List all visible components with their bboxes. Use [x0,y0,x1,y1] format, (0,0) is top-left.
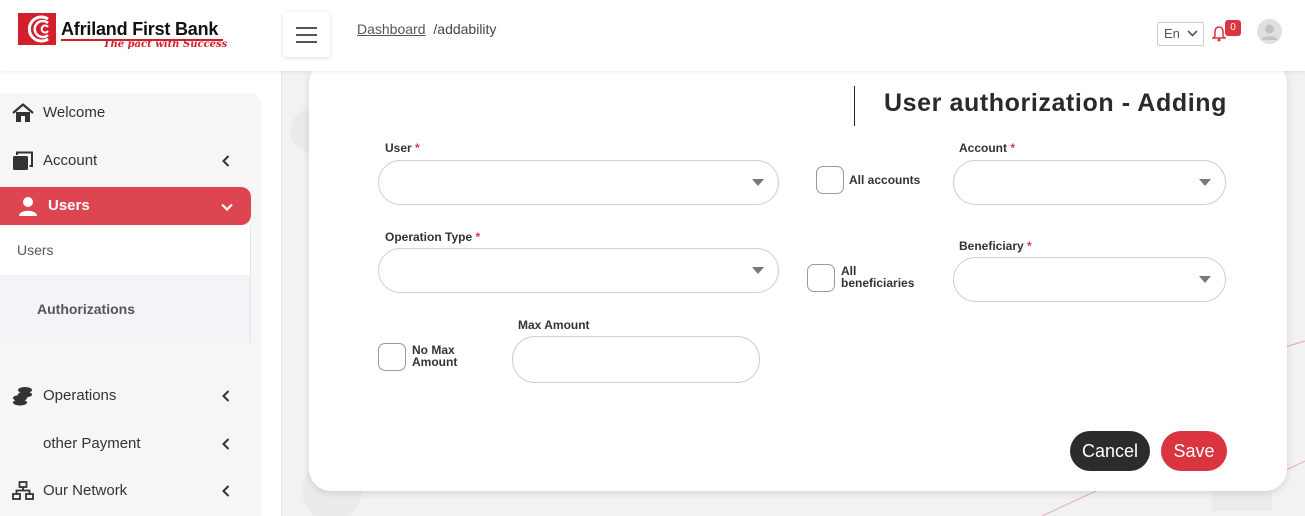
account-field-label: Account * [959,141,1015,155]
chevron-down-icon [221,203,233,211]
avatar[interactable] [1257,19,1282,44]
notification-bell-icon[interactable] [1212,26,1226,42]
save-button[interactable]: Save [1161,431,1227,471]
all-beneficiaries-checkbox[interactable] [807,264,835,292]
operation-type-label-text: Operation Type [385,230,473,244]
language-value: En [1164,26,1180,41]
beneficiary-label-text: Beneficiary [959,239,1024,253]
chevron-left-icon [222,438,230,450]
page-title: User authorization - Adding [883,89,1227,117]
user-select[interactable] [378,160,779,205]
user-icon [19,197,37,216]
network-icon [12,481,34,500]
user-label-text: User [385,141,412,155]
cancel-button[interactable]: Cancel [1070,431,1150,471]
top-header: Afriland First Bank The pact with Succes… [0,0,1305,71]
submenu-item-label: Authorizations [37,301,135,317]
sidebar-item-welcome[interactable]: Welcome [0,94,251,132]
text-cursor [854,86,855,126]
hamburger-line [296,40,317,43]
bank-name: Afriland First Bank [61,19,219,39]
max-amount-input[interactable] [512,336,760,383]
hamburger-line [296,33,317,36]
beneficiary-select[interactable] [953,257,1226,302]
dropdown-arrow-icon [1199,179,1211,186]
sidebar-item-label: Our Network [43,482,128,499]
account-select[interactable] [953,160,1226,205]
sidebar-item-users[interactable]: Users [0,187,251,225]
dropdown-arrow-icon [752,179,764,186]
notification-badge: 0 [1225,20,1241,36]
max-amount-label: Max Amount [518,318,590,332]
required-mark: * [415,141,420,155]
required-mark: * [1010,141,1016,155]
required-mark: * [1027,239,1032,253]
no-max-line2: Amount [412,355,458,369]
sidebar-item-operations[interactable]: Operations [0,377,251,415]
bank-logo-mark-icon [18,13,56,45]
chevron-left-icon [222,155,230,167]
dropdown-arrow-icon [752,267,764,274]
coins-icon [13,387,32,406]
all-beneficiaries-label: All beneficiaries [841,265,914,289]
sidebar-item-label: Account [43,152,98,169]
bank-logo[interactable]: Afriland First Bank The pact with Succes… [18,13,228,53]
required-mark: * [475,230,481,244]
chevron-left-icon [222,390,230,402]
bank-tagline: The pact with Success [103,39,228,50]
menu-toggle-button[interactable] [283,12,330,57]
users-submenu: Users Authorizations [0,225,251,343]
home-icon [12,103,34,122]
operation-type-select[interactable] [378,248,779,293]
sidebar-item-other-payment[interactable]: other Payment [0,425,251,463]
authorization-form-card: User authorization - Adding User * All a… [309,71,1287,491]
sidebar-item-label: Welcome [43,104,106,121]
chevron-left-icon [222,485,230,497]
breadcrumb: Dashboard /addability [357,21,496,37]
wallet-icon [13,151,33,170]
user-field-label: User * [385,141,420,155]
hamburger-line [296,26,317,29]
no-max-amount-label: No Max Amount [412,344,457,368]
dropdown-arrow-icon [1199,276,1211,283]
sidebar-item-label: Operations [43,387,117,404]
sidebar: Welcome Account Users Users Authorizatio… [0,71,282,516]
sidebar-item-label: Users [48,197,90,214]
all-accounts-label: All accounts [849,173,921,187]
operation-type-field-label: Operation Type * [385,230,480,244]
main-content: User authorization - Adding User * All a… [282,71,1305,516]
beneficiary-field-label: Beneficiary * [959,239,1032,253]
all-accounts-checkbox[interactable] [816,166,844,194]
account-label-text: Account [959,141,1007,155]
all-beneficiaries-line2: beneficiaries [841,276,915,290]
no-max-amount-checkbox[interactable] [378,343,406,371]
breadcrumb-current: /addability [433,21,497,37]
submenu-item-authorizations[interactable]: Authorizations [0,275,250,343]
sidebar-item-label: other Payment [43,435,141,452]
submenu-item-users[interactable]: Users [17,242,54,258]
breadcrumb-dashboard-link[interactable]: Dashboard [357,21,426,37]
user-avatar-icon [1257,19,1282,44]
sidebar-item-our-network[interactable]: Our Network [0,472,251,510]
language-select[interactable]: En [1157,22,1204,46]
chevron-down-icon [1187,30,1198,37]
sidebar-item-account[interactable]: Account [0,142,251,180]
